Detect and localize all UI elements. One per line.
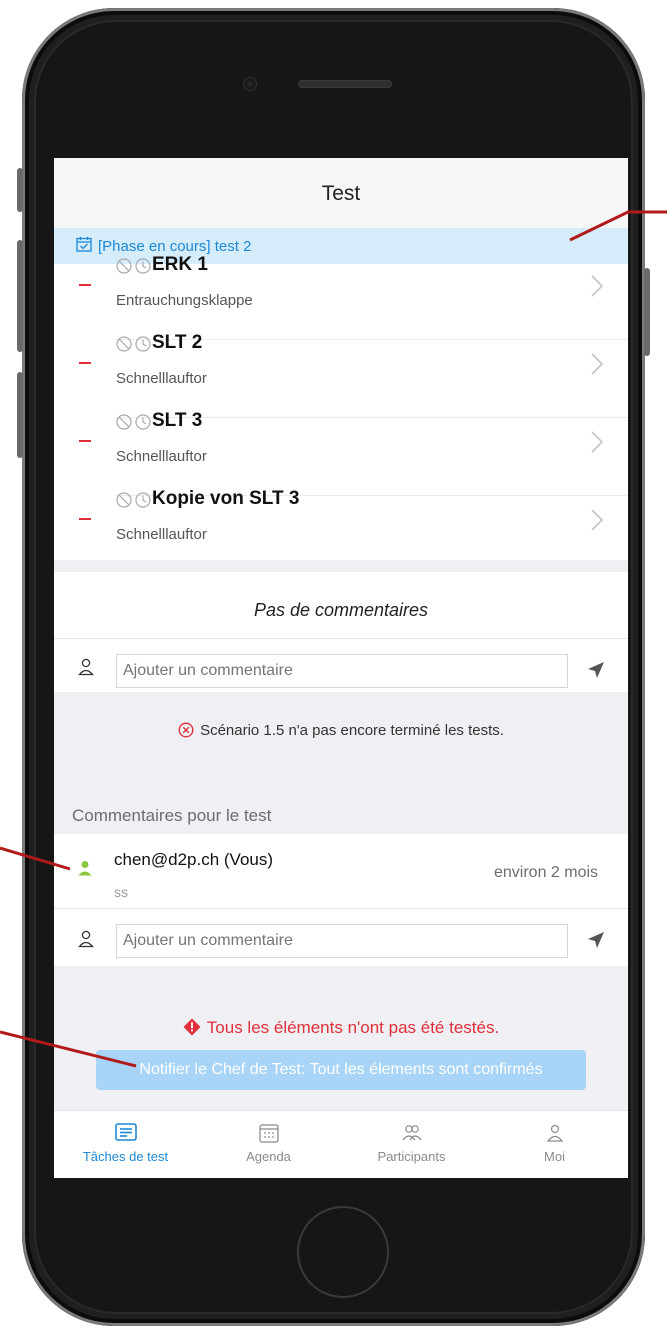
annotation-line-notify — [0, 1030, 137, 1068]
annotation-line-author — [0, 846, 71, 871]
annotation-line-phase — [569, 210, 667, 242]
annotation-lines — [0, 210, 667, 1068]
